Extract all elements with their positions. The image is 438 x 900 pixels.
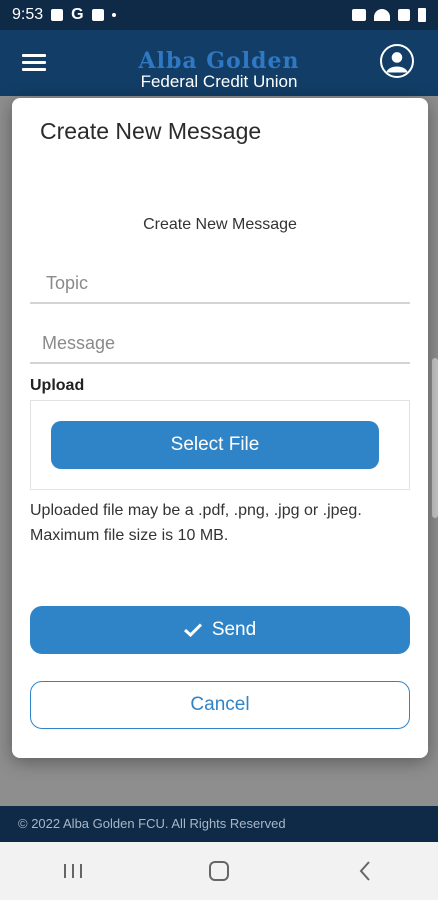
copyright-text: © 2022 Alba Golden FCU. All Rights Reser… — [18, 816, 286, 831]
battery-icon — [418, 8, 426, 22]
recents-icon[interactable] — [43, 851, 103, 891]
brand-name: Alba Golden — [138, 48, 300, 74]
upload-note: Uploaded file may be a .pdf, .png, .jpg … — [30, 498, 415, 548]
select-file-button[interactable]: Select File — [51, 421, 379, 469]
signal-icon — [398, 9, 410, 21]
back-svg — [359, 861, 370, 881]
status-time: 9:53 — [12, 6, 44, 23]
create-message-dialog: Create New Message Create New Message Up… — [12, 98, 428, 758]
profile-avatar-svg — [386, 52, 408, 73]
brand-subtitle: Federal Credit Union — [140, 72, 298, 91]
send-label: Send — [211, 619, 257, 640]
calendar-icon — [91, 9, 104, 21]
shopping-bag-icon — [51, 9, 64, 21]
cancel-button[interactable]: Cancel — [30, 681, 410, 729]
footer: © 2022 Alba Golden FCU. All Rights Reser… — [0, 806, 438, 842]
google-icon: G — [71, 6, 84, 23]
home-svg — [209, 861, 229, 881]
status-bar: 9:53 G — [0, 0, 438, 30]
scrollbar[interactable] — [432, 358, 438, 518]
notification-dot-icon — [111, 13, 116, 17]
message-input[interactable] — [30, 324, 410, 364]
mute-icon — [352, 9, 366, 21]
app-header: Alba Golden Federal Credit Union — [0, 30, 438, 96]
send-button[interactable]: Send — [30, 606, 410, 654]
back-icon[interactable] — [335, 851, 395, 891]
form-heading: Create New Message — [143, 216, 297, 233]
upload-label: Upload — [30, 377, 85, 394]
system-nav-bar — [0, 842, 438, 900]
topic-input[interactable] — [30, 264, 410, 304]
check-icon — [183, 623, 202, 637]
home-icon[interactable] — [189, 851, 249, 891]
upload-box: Select File — [30, 400, 410, 490]
profile-icon[interactable] — [380, 44, 414, 78]
wifi-icon — [374, 9, 390, 21]
recents-svg — [64, 864, 82, 878]
status-left: 9:53 G — [12, 6, 116, 24]
status-right — [352, 8, 426, 22]
upload-note-types: Uploaded file may be a .pdf, .png, .jpg … — [30, 502, 362, 519]
dialog-title: Create New Message — [40, 118, 262, 144]
upload-note-size: Maximum file size is 10 MB. — [30, 527, 229, 544]
